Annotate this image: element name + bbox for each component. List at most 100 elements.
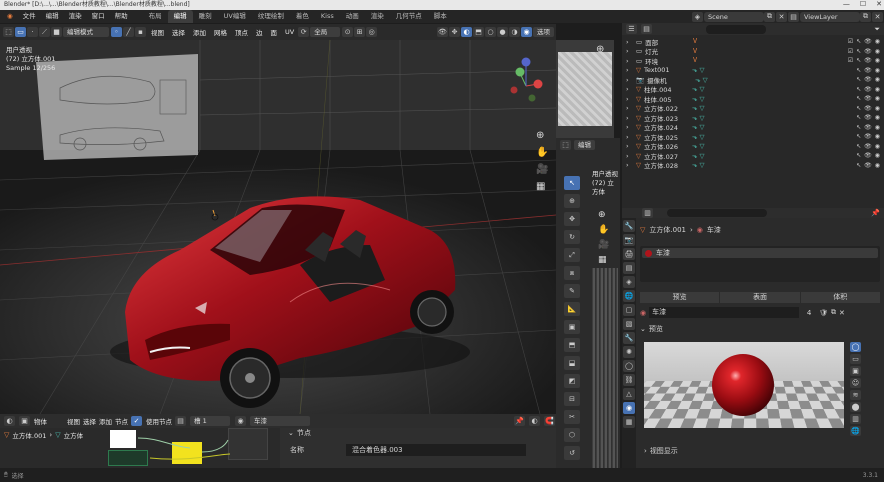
eye-icon[interactable]: 👁 (864, 67, 872, 74)
shading-options[interactable]: 选项 (533, 27, 554, 37)
preview-flat-icon[interactable]: ▭ (850, 354, 861, 364)
outliner-row[interactable]: › ▽ 柱体.004 ⬎ ▽ ↖ 👁 ◉ (622, 85, 884, 94)
outliner-row[interactable]: › ▽ 立方体.023 ⬎ ▽ ↖ 👁 ◉ (622, 113, 884, 123)
viewlayer-selector[interactable]: ViewLayer (800, 11, 860, 22)
transform-orientation-dropdown[interactable]: 全局 (310, 27, 341, 37)
visibility-icon[interactable]: 👁 (437, 27, 448, 37)
eye-icon[interactable]: 👁 (864, 86, 872, 93)
object-type-icon[interactable]: ▣ (19, 416, 30, 426)
shader-type-dropdown[interactable]: 物体 (34, 416, 64, 426)
menu-edit[interactable]: 编辑 (41, 10, 64, 23)
menu-edge[interactable]: 边 (256, 27, 263, 37)
physics-tab-icon[interactable]: ◯ (623, 360, 635, 372)
preview-sphere-icon[interactable]: ◯ (850, 342, 861, 352)
secondary-viewport[interactable]: ⬚ 编辑 用户透视 (72) 立方体 ↖ ⊕ ✥ ↻ ⤢ ⧈ ✎ 📐 ▣ ⬒ ⬓… (556, 138, 620, 468)
add-cube-tool-icon[interactable]: ▣ (564, 320, 580, 334)
camera-render-icon[interactable]: ◉ (875, 95, 880, 102)
bevel-tool-icon[interactable]: ◩ (564, 374, 580, 388)
slot-dropdown[interactable]: 槽 1 (190, 416, 230, 426)
cursor-tool-icon[interactable]: ⊕ (564, 194, 580, 208)
select-arrow-icon[interactable]: ↖ (856, 95, 861, 102)
eye-icon[interactable]: 👁 (864, 143, 872, 150)
eye-icon[interactable]: 👁 (864, 76, 872, 83)
eye-icon[interactable]: 👁 (864, 162, 872, 169)
tab-preview[interactable]: 预览 (640, 292, 720, 303)
camera-view-icon[interactable]: 🎥 (536, 164, 548, 175)
edit-mode-tab[interactable]: 编辑 (574, 140, 595, 150)
ortho-grid-icon[interactable]: ▦ (536, 181, 548, 192)
vertex-select-icon[interactable]: · (27, 27, 38, 37)
include-checkbox[interactable]: ☑ (848, 57, 853, 64)
outliner-editor-icon[interactable]: ☰ (626, 24, 637, 34)
menu-add[interactable]: 添加 (193, 27, 206, 37)
workspace-tab-kiss[interactable]: Kiss (315, 10, 340, 23)
scene-icon[interactable]: ◈ (692, 11, 703, 22)
editor-type-icon[interactable]: ⬚ (3, 27, 14, 37)
workspace-tab-geonodes[interactable]: 几何节点 (390, 10, 428, 23)
scene-selector[interactable]: Scene (704, 11, 764, 22)
select-box-icon[interactable]: ▭ (15, 27, 26, 37)
gizmo-icon[interactable]: ✥ (449, 27, 460, 37)
polybuild-tool-icon[interactable]: ⬡ (564, 428, 580, 442)
menu-file[interactable]: 文件 (18, 10, 41, 23)
camera-view-icon-2[interactable]: 🎥 (598, 240, 609, 250)
expand-icon[interactable]: › (626, 142, 629, 150)
menu-face[interactable]: 面 (271, 27, 278, 37)
view-layer-tab-icon[interactable]: ▤ (623, 262, 635, 274)
duplicate-icon[interactable]: ⧉ (831, 308, 836, 317)
workspace-tab-rendering[interactable]: 渲染 (365, 10, 390, 23)
copy-icon[interactable]: ⧉ (764, 11, 775, 22)
pin-icon-2[interactable]: 📌 (514, 416, 525, 426)
node-menu-node[interactable]: 节点 (115, 416, 128, 426)
outliner-row[interactable]: › ▽ 立方体.028 ⬎ ▽ ↖ 👁 ◉ (622, 161, 884, 170)
proportional-icon[interactable]: ◎ (366, 27, 378, 37)
face-select-icon[interactable]: ■ (51, 27, 62, 37)
mode-dropdown[interactable]: 编辑模式 (63, 27, 109, 37)
knife-tool-icon[interactable]: ✂ (564, 410, 580, 424)
expand-icon[interactable]: › (626, 57, 629, 65)
workspace-tab-uv[interactable]: UV编辑 (218, 10, 252, 23)
outliner-row[interactable]: › ▭ 环境 Ꮩ ☑ ↖ 👁 ◉ (622, 56, 884, 66)
zoom-icon[interactable]: ⊕ (536, 130, 548, 141)
select-arrow-icon[interactable]: ↖ (856, 76, 861, 83)
camera-render-icon[interactable]: ◉ (875, 105, 880, 112)
select-arrow-icon[interactable]: ↖ (856, 152, 861, 159)
node-material-field[interactable]: 车漆 (250, 416, 310, 426)
ortho-grid-icon-2[interactable]: ▦ (598, 255, 609, 265)
face-mode-icon[interactable]: ▪ (135, 27, 146, 37)
snap-icon[interactable]: ⊞ (354, 27, 366, 37)
camera-render-icon[interactable]: ◉ (875, 143, 880, 150)
preview-cloth-icon[interactable]: ▥ (850, 414, 861, 424)
select-arrow-icon[interactable]: ↖ (856, 143, 861, 150)
eye-icon[interactable]: 👁 (864, 152, 872, 159)
modifier-tab-icon[interactable]: 🔧 (623, 332, 635, 344)
material-browse-icon[interactable]: ◉ (640, 309, 646, 317)
use-nodes-checkbox[interactable]: ✓ (131, 416, 142, 426)
viewport-display-subpanel[interactable]: › 视图显示 (644, 446, 678, 455)
zoom-icon-2[interactable]: ⊕ (598, 210, 609, 220)
camera-render-icon[interactable]: ◉ (875, 152, 880, 159)
tab-volume[interactable]: 体积 (800, 292, 880, 303)
menu-window[interactable]: 窗口 (87, 10, 110, 23)
collection-tab-icon[interactable]: ▢ (623, 304, 635, 316)
render-tab-icon[interactable]: 📷 (623, 234, 635, 246)
copy-icon-2[interactable]: ⧉ (860, 11, 871, 22)
properties-search-input[interactable] (667, 209, 767, 217)
eye-icon[interactable]: 👁 (864, 114, 872, 121)
measure-tool-icon[interactable]: 📐 (564, 302, 580, 316)
node-menu-view[interactable]: 视图 (67, 416, 80, 426)
constraints-tab-icon[interactable]: ⛓ (623, 374, 635, 386)
workspace-tab-scripting[interactable]: 脚本 (428, 10, 453, 23)
extrude-tool-icon[interactable]: ⬒ (564, 338, 580, 352)
outliner-row[interactable]: › 📷 摄像机 ⬎ ▽ ↖ 👁 ◉ (622, 75, 884, 85)
camera-render-icon[interactable]: ◉ (875, 114, 880, 121)
outliner-row[interactable]: › ▽ 立方体.027 ⬎ ▽ ↖ 👁 ◉ (622, 151, 884, 161)
eye-icon[interactable]: 👁 (864, 38, 872, 45)
blender-logo-icon[interactable]: ◉ (2, 10, 18, 23)
camera-render-icon[interactable]: ◉ (875, 86, 880, 93)
loopcut-tool-icon[interactable]: ⊟ (564, 392, 580, 406)
outliner-panel[interactable]: ☰ ▤ ⏷ › ▭ 面部 Ꮩ ☑ ↖ 👁 ◉ › ▭ 灯光 Ꮩ ☑ ↖ 👁 ◉ › ▭ 环境 Ꮩ ☑ ↖ 👁 ◉ › ▽ Text0… (622, 23, 884, 208)
viewlayer-icon[interactable]: ▤ (788, 11, 799, 22)
particles-tab-icon[interactable]: ✺ (623, 346, 635, 358)
select-arrow-icon[interactable]: ↖ (856, 48, 861, 55)
